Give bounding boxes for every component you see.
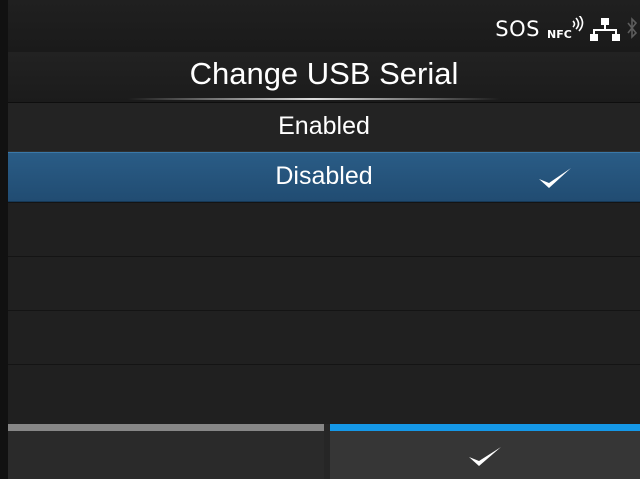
- title-underline: [128, 98, 500, 100]
- nfc-icon: NFC: [547, 16, 584, 41]
- screen-left-edge: [0, 0, 8, 479]
- option-enabled[interactable]: Enabled: [8, 102, 640, 152]
- checkmark-icon: [469, 447, 501, 466]
- empty-row: [8, 310, 640, 364]
- empty-row: [8, 364, 640, 424]
- status-bar: SOS NFC: [8, 0, 640, 52]
- option-disabled[interactable]: Disabled: [8, 152, 640, 202]
- softkey-bar: [8, 424, 640, 479]
- sos-indicator: SOS: [495, 17, 540, 41]
- checkmark-icon: [539, 168, 571, 188]
- confirm-button[interactable]: [330, 424, 640, 479]
- svg-text:NFC: NFC: [547, 28, 572, 41]
- back-button[interactable]: [8, 424, 324, 479]
- bluetooth-icon: [627, 17, 638, 39]
- status-icons: SOS NFC: [495, 14, 640, 44]
- printer-screen: SOS NFC Change USB Serial Enabled Disabl…: [0, 0, 640, 479]
- title-bar: Change USB Serial: [8, 52, 640, 102]
- options-list: Enabled Disabled: [8, 102, 640, 424]
- lan-icon: [590, 18, 620, 41]
- empty-row: [8, 202, 640, 256]
- page-title: Change USB Serial: [189, 56, 459, 91]
- option-label: Enabled: [278, 112, 370, 140]
- empty-row: [8, 256, 640, 310]
